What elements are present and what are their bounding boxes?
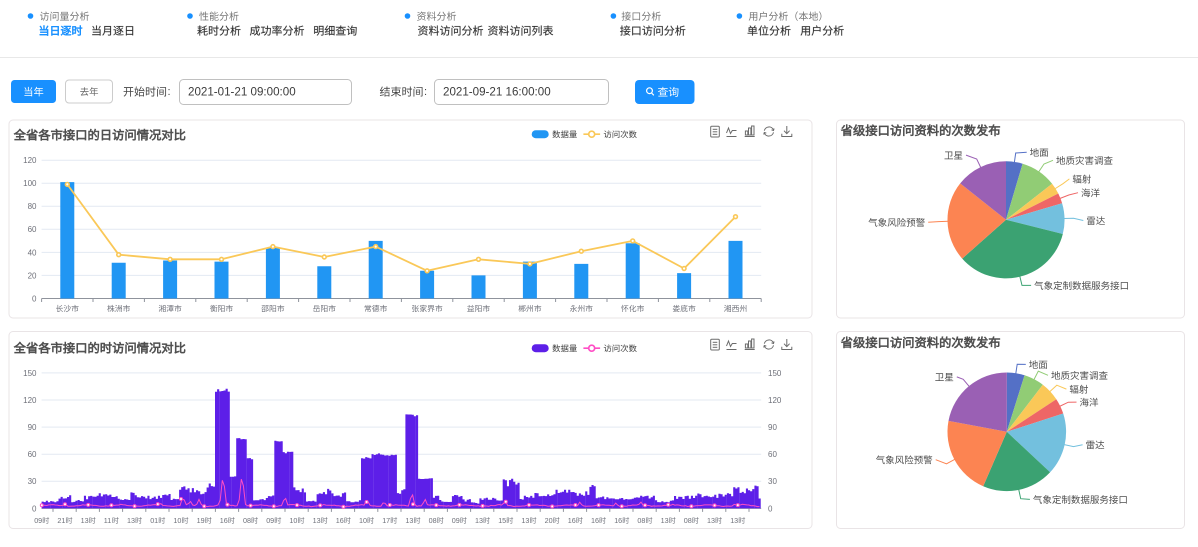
svg-text:2021-01-21 09:00:00: 2021-01-21 09:00:00: [188, 86, 296, 99]
svg-text:13: 13: [313, 516, 321, 525]
svg-text:16: 16: [591, 516, 599, 525]
svg-text:120: 120: [768, 396, 782, 405]
svg-text:120: 120: [23, 156, 37, 165]
svg-text:08: 08: [429, 516, 437, 525]
svg-text:0: 0: [32, 294, 37, 303]
svg-text:15: 15: [498, 516, 506, 525]
svg-text:13: 13: [707, 516, 715, 525]
svg-text:10: 10: [359, 516, 367, 525]
svg-text:11: 11: [104, 516, 111, 525]
svg-text:80: 80: [28, 202, 37, 211]
svg-text:09: 09: [34, 516, 42, 525]
svg-text::: :: [168, 86, 171, 98]
svg-text:16: 16: [336, 516, 344, 525]
svg-text:100: 100: [23, 179, 37, 188]
svg-text:0: 0: [32, 504, 37, 513]
svg-text:10: 10: [173, 516, 181, 525]
svg-text:01: 01: [150, 516, 158, 525]
svg-text:60: 60: [768, 450, 777, 459]
svg-text:90: 90: [28, 423, 37, 432]
svg-text:90: 90: [768, 423, 777, 432]
svg-text:21: 21: [57, 516, 65, 525]
svg-text:13: 13: [127, 516, 135, 525]
svg-text:20: 20: [545, 516, 553, 525]
svg-text:60: 60: [28, 225, 37, 234]
svg-text:30: 30: [28, 477, 37, 486]
svg-text:16: 16: [614, 516, 622, 525]
svg-text::: :: [424, 86, 427, 98]
svg-text:13: 13: [475, 516, 483, 525]
svg-text:150: 150: [768, 369, 782, 378]
svg-text:13: 13: [81, 516, 89, 525]
svg-text:08: 08: [684, 516, 692, 525]
svg-text:09: 09: [266, 516, 274, 525]
svg-text:60: 60: [28, 450, 37, 459]
svg-text:09: 09: [452, 516, 460, 525]
svg-text:120: 120: [23, 396, 37, 405]
svg-text:30: 30: [768, 477, 777, 486]
svg-text:13: 13: [521, 516, 529, 525]
svg-text:20: 20: [28, 271, 37, 280]
svg-text:16: 16: [220, 516, 228, 525]
svg-text:16: 16: [568, 516, 576, 525]
svg-text:0: 0: [768, 504, 773, 513]
svg-text:08: 08: [637, 516, 645, 525]
svg-text:17: 17: [382, 516, 390, 525]
svg-text:10: 10: [289, 516, 297, 525]
svg-text:2021-09-21 16:00:00: 2021-09-21 16:00:00: [443, 86, 551, 99]
svg-text:13: 13: [730, 516, 738, 525]
svg-text:150: 150: [23, 369, 37, 378]
svg-text:13: 13: [405, 516, 413, 525]
svg-text:19: 19: [197, 516, 205, 525]
svg-text:08: 08: [243, 516, 251, 525]
svg-text:40: 40: [28, 248, 37, 257]
svg-text:13: 13: [661, 516, 669, 525]
